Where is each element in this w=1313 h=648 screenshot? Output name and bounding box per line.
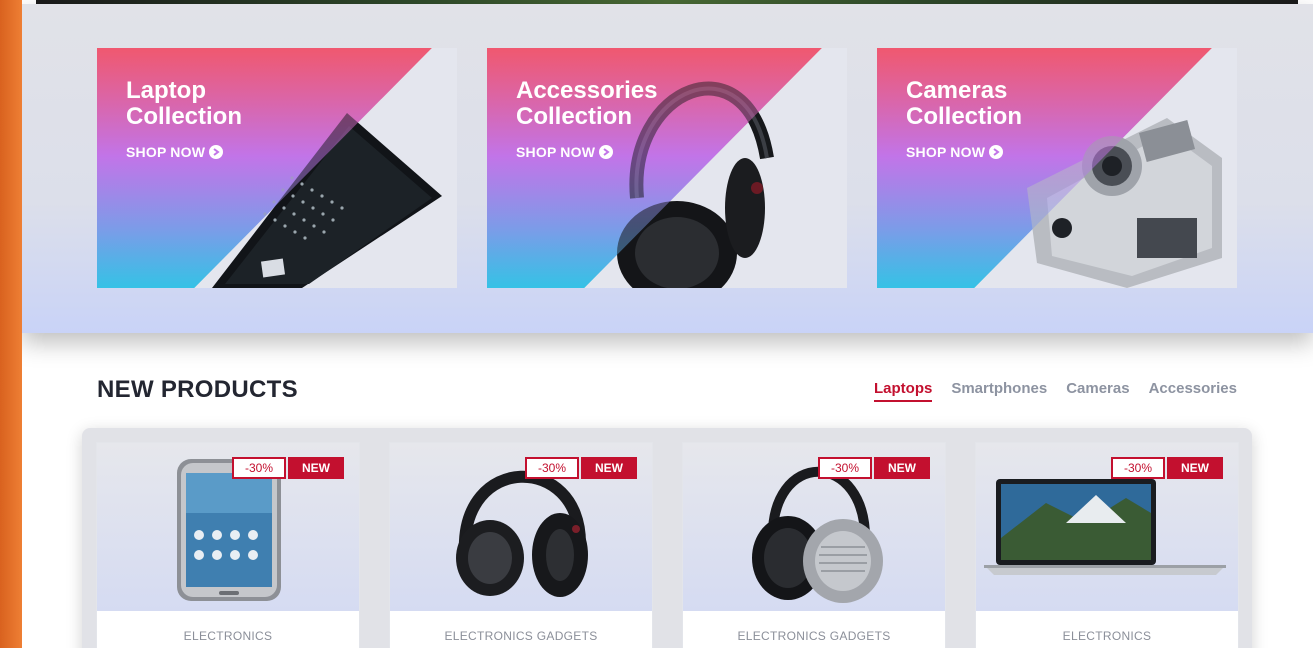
product-card[interactable]: -30% NEW ELECTRONICS xyxy=(96,442,360,648)
product-category: ELECTRONICS xyxy=(183,629,273,643)
collection-title: Accessories Collection xyxy=(516,77,658,130)
arrow-circle-right-icon xyxy=(599,145,614,159)
product-card[interactable]: -30% NEW ELECTRONICS GADGETS xyxy=(389,442,653,648)
collection-laptop[interactable]: Laptop Collection SHOP NOW xyxy=(97,48,457,288)
product-category: ELECTRONICS xyxy=(1062,629,1152,643)
shop-now-link[interactable]: SHOP NOW xyxy=(516,144,614,160)
new-badge: NEW xyxy=(874,457,930,479)
collection-title: Laptop Collection xyxy=(126,77,243,130)
collection-cameras[interactable]: Cameras Collection SHOP NOW xyxy=(877,48,1237,288)
new-badge: NEW xyxy=(581,457,637,479)
product-category: ELECTRONICS GADGETS xyxy=(737,629,891,643)
collection-accessories[interactable]: Accessories Collection SHOP NOW xyxy=(487,48,847,288)
page-edge xyxy=(0,0,22,648)
collection-title: Cameras Collection xyxy=(906,77,1023,130)
tab-laptops[interactable]: Laptops xyxy=(874,380,933,402)
products-carousel: -30% NEW ELECTRONICS -30% NEW ELECTRONIC… xyxy=(82,428,1252,648)
discount-badge: -30% xyxy=(232,457,286,479)
product-category: ELECTRONICS GADGETS xyxy=(444,629,598,643)
discount-badge: -30% xyxy=(525,457,579,479)
new-badge: NEW xyxy=(1167,457,1223,479)
arrow-circle-right-icon xyxy=(209,145,224,159)
shop-now-link[interactable]: SHOP NOW xyxy=(126,144,224,160)
collections-section: Laptop Collection SHOP NOW Accessories C… xyxy=(22,4,1313,333)
section-title: NEW PRODUCTS xyxy=(97,376,298,403)
tab-cameras[interactable]: Cameras xyxy=(1066,380,1129,402)
page: Laptop Collection SHOP NOW Accessories C… xyxy=(22,0,1313,648)
product-tabs: Laptops Smartphones Cameras Accessories xyxy=(874,380,1237,402)
discount-badge: -30% xyxy=(818,457,872,479)
discount-badge: -30% xyxy=(1111,457,1165,479)
shop-now-link[interactable]: SHOP NOW xyxy=(906,144,1004,160)
new-badge: NEW xyxy=(288,457,344,479)
tab-smartphones[interactable]: Smartphones xyxy=(951,380,1047,402)
tab-accessories[interactable]: Accessories xyxy=(1149,380,1237,402)
arrow-circle-right-icon xyxy=(989,145,1004,159)
product-card[interactable]: -30% NEW ELECTRONICS GADGETS xyxy=(682,442,946,648)
product-card[interactable]: -30% NEW ELECTRONICS xyxy=(975,442,1239,648)
